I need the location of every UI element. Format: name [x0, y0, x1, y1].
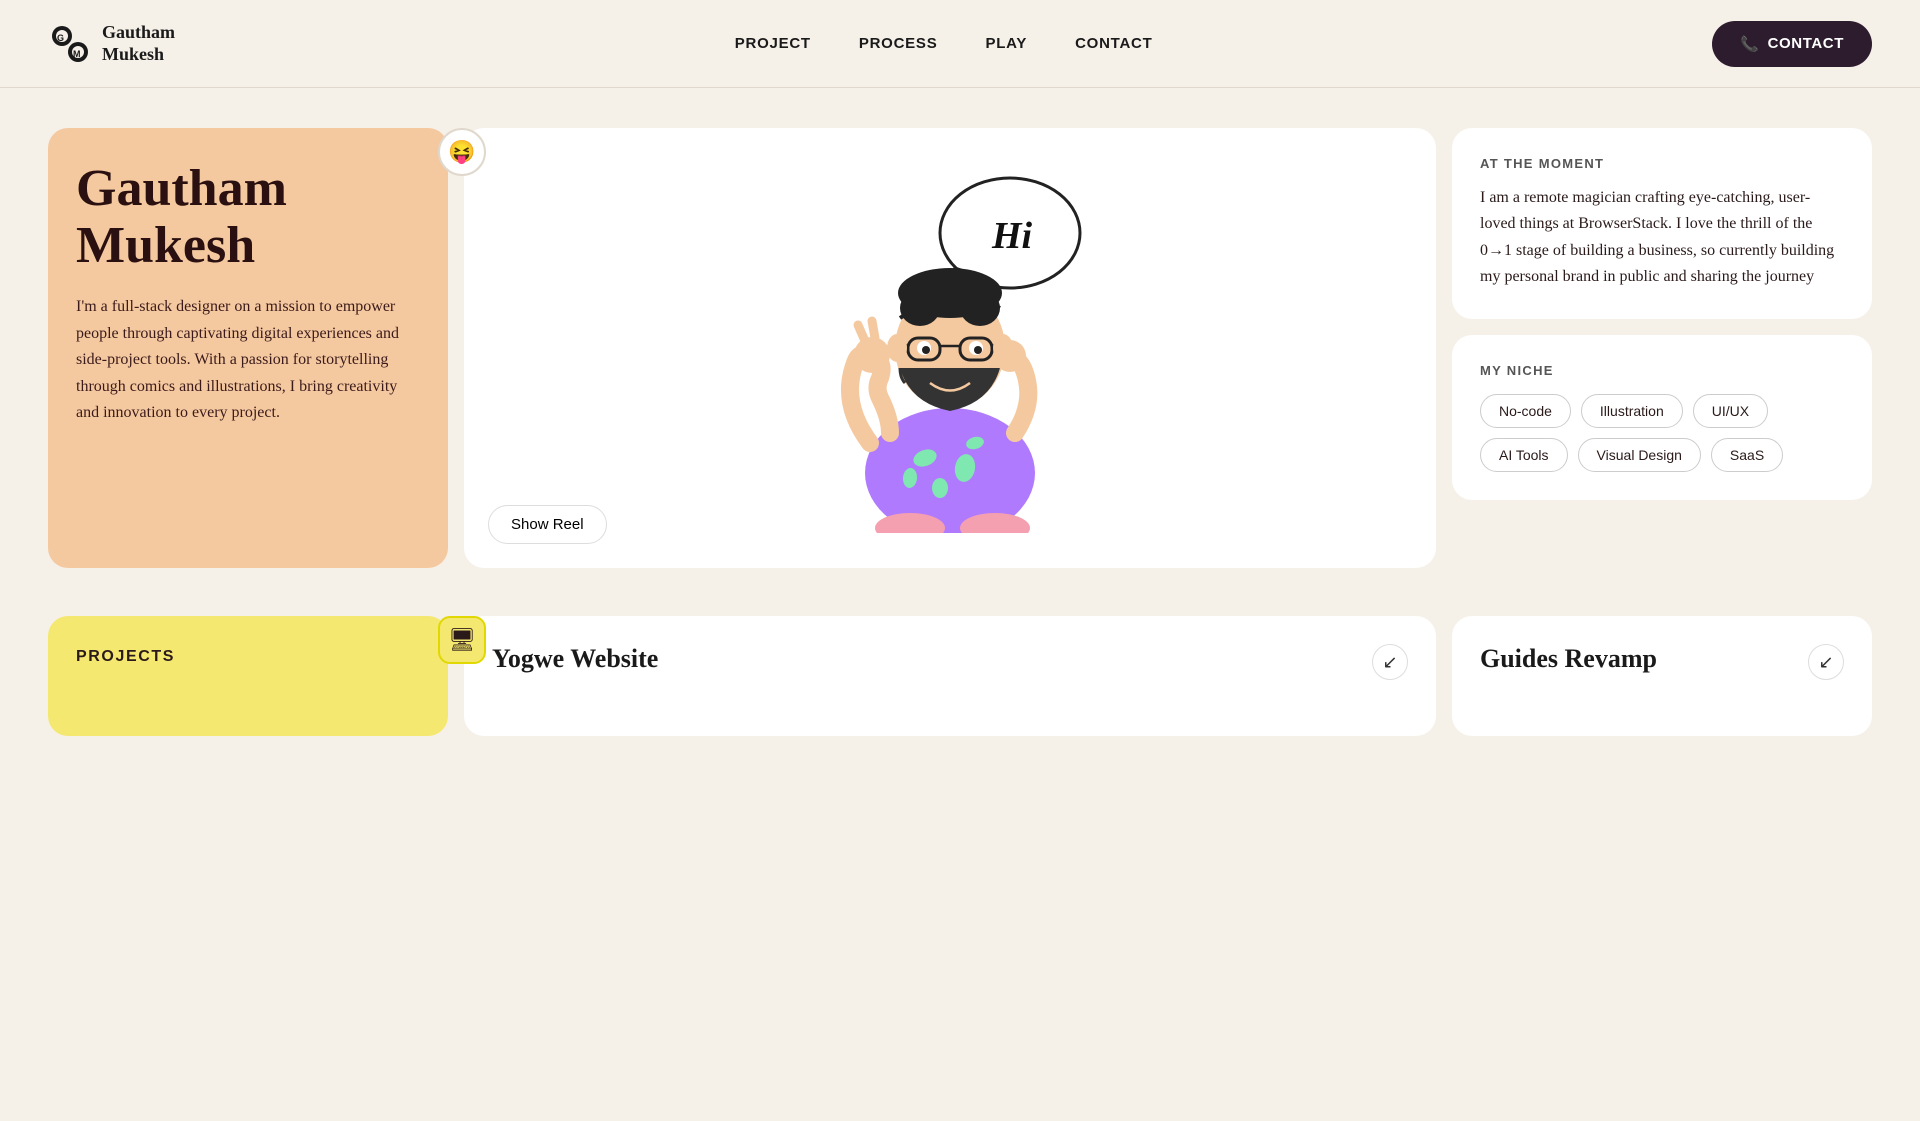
right-column: AT THE MOMENT I am a remote magician cra…: [1452, 128, 1872, 500]
hero-grid: Gautham Mukesh I'm a full-stack designer…: [48, 128, 1872, 568]
niche-tag-saas: SaaS: [1711, 438, 1783, 472]
project-arrow-guides: ↙: [1808, 644, 1844, 680]
logo-icon: G M: [48, 22, 92, 66]
projects-label-card: PROJECTS: [48, 616, 448, 736]
niche-tag-uiux: UI/UX: [1693, 394, 1768, 428]
character-illustration: Hi: [800, 163, 1100, 533]
niche-tag-nocode: No-code: [1480, 394, 1571, 428]
navbar: G M Gautham Mukesh PROJECT PROCESS PLAY …: [0, 0, 1920, 88]
niche-heading: MY NICHE: [1480, 363, 1844, 378]
svg-text:Hi: Hi: [991, 215, 1033, 257]
nav-contact[interactable]: CONTACT: [1075, 35, 1152, 52]
nav-play[interactable]: PLAY: [985, 35, 1027, 52]
niche-tag-aitools: AI Tools: [1480, 438, 1568, 472]
niche-card: MY NICHE No-code Illustration UI/UX AI T…: [1452, 335, 1872, 500]
svg-text:M: M: [73, 49, 81, 59]
illustration-card: Hi: [464, 128, 1436, 568]
contact-button[interactable]: 📞 CONTACT: [1712, 21, 1872, 67]
project-arrow-yogwe: ↙: [1372, 644, 1408, 680]
at-moment-card: AT THE MOMENT I am a remote magician cra…: [1452, 128, 1872, 319]
nav-project[interactable]: PROJECT: [735, 35, 811, 52]
logo[interactable]: G M Gautham Mukesh: [48, 22, 175, 66]
monitor-badge: 🖥: [438, 616, 486, 664]
niche-tags: No-code Illustration UI/UX AI Tools Visu…: [1480, 394, 1844, 472]
illustration-area: Hi: [464, 128, 1436, 568]
hero-name: Gautham Mukesh: [76, 160, 420, 274]
project-card-yogwe[interactable]: Yogwe Website ↙: [464, 616, 1436, 736]
niche-tag-visualdesign: Visual Design: [1578, 438, 1701, 472]
at-moment-text: I am a remote magician crafting eye-catc…: [1480, 185, 1844, 291]
hero-bio: I'm a full-stack designer on a mission t…: [76, 294, 420, 426]
project-name-guides: Guides Revamp: [1480, 644, 1657, 674]
phone-icon: 📞: [1740, 35, 1759, 53]
at-moment-heading: AT THE MOMENT: [1480, 156, 1844, 171]
contact-btn-label: CONTACT: [1768, 35, 1844, 52]
main-content: Gautham Mukesh I'm a full-stack designer…: [0, 88, 1920, 736]
show-reel-button[interactable]: Show Reel: [488, 505, 607, 544]
projects-section: PROJECTS 🖥 Yogwe Website ↙ Guides Revamp…: [48, 616, 1872, 736]
logo-text: Gautham Mukesh: [102, 22, 175, 65]
nav-process[interactable]: PROCESS: [859, 35, 938, 52]
niche-tag-illustration: Illustration: [1581, 394, 1683, 428]
svg-text:G: G: [57, 33, 64, 43]
project-card-guides[interactable]: Guides Revamp ↙: [1452, 616, 1872, 736]
emoji-badge: 😝: [438, 128, 486, 176]
nav-links: PROJECT PROCESS PLAY CONTACT: [735, 35, 1153, 53]
projects-label: PROJECTS: [76, 648, 175, 666]
project-name-yogwe: Yogwe Website: [492, 644, 658, 674]
intro-card: Gautham Mukesh I'm a full-stack designer…: [48, 128, 448, 568]
